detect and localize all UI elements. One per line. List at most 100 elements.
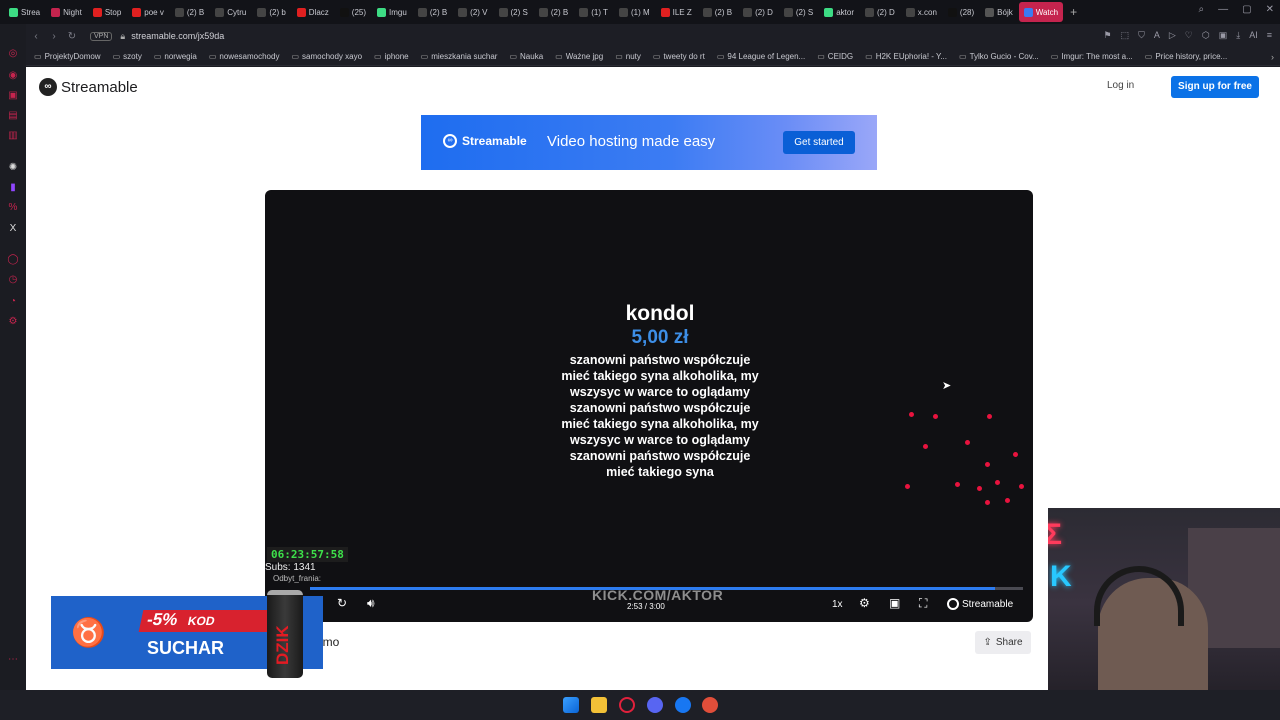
chatgpt-icon[interactable]: ✺ bbox=[7, 162, 19, 174]
url-field[interactable]: streamable.com/jx59da bbox=[131, 31, 224, 41]
browser-tab[interactable]: aktor bbox=[819, 2, 859, 22]
snapshot-icon[interactable]: ⬚ bbox=[1121, 30, 1130, 41]
search-icon[interactable]: ⌕ bbox=[1199, 4, 1205, 15]
twitch-icon[interactable]: ▮ bbox=[7, 182, 19, 194]
bookmark-item[interactable]: ▭ ProjektyDomow bbox=[34, 52, 101, 61]
bell-icon[interactable]: ◔ bbox=[7, 296, 19, 308]
minimize-icon[interactable]: — bbox=[1218, 4, 1228, 15]
fullscreen-icon[interactable]: ⛶ bbox=[919, 596, 927, 611]
download-icon[interactable]: ⤓ bbox=[1236, 30, 1240, 41]
browser-tab[interactable]: poe v bbox=[127, 2, 169, 22]
heart-icon[interactable]: ♡ bbox=[1185, 30, 1193, 41]
browser-tab[interactable]: (2) B bbox=[170, 2, 209, 22]
more-icon[interactable]: ⋯ bbox=[7, 654, 19, 666]
promo-banner[interactable]: ∞ Streamable Video hosting made easy Get… bbox=[421, 115, 877, 170]
back-icon[interactable]: ‹ bbox=[28, 31, 44, 42]
bookmark-item[interactable]: ▭ samochody xayo bbox=[291, 52, 362, 61]
bookmark-item[interactable]: ▭ H2K EUphoria! - Y... bbox=[865, 52, 947, 61]
signup-button[interactable]: Sign up for free bbox=[1171, 76, 1259, 98]
browser-tab[interactable]: (2) b bbox=[252, 2, 290, 22]
browser-tab[interactable]: Bójk bbox=[980, 2, 1018, 22]
browser-tab[interactable]: (2) B bbox=[698, 2, 737, 22]
browser-tab[interactable]: (2) D bbox=[860, 2, 900, 22]
bookmark-item[interactable]: ▭ Tylko Gucio - Cov... bbox=[959, 52, 1039, 61]
browser-tab[interactable]: Stop bbox=[88, 2, 126, 22]
browser-tab[interactable]: Dlacz bbox=[292, 2, 334, 22]
whatsapp-icon[interactable]: ◉ bbox=[7, 70, 19, 82]
browser-tab[interactable]: x.con bbox=[901, 2, 942, 22]
play-icon[interactable]: ▷ bbox=[1169, 30, 1176, 41]
windows-start-icon[interactable] bbox=[563, 697, 579, 713]
bookmark-item[interactable]: ▭ nowesamochody bbox=[209, 52, 280, 61]
browser-tab[interactable]: Watch bbox=[1018, 2, 1064, 22]
browser-tab[interactable]: (28) bbox=[943, 2, 979, 22]
bookmark-item[interactable]: ▭ mieszkania suchar bbox=[421, 52, 498, 61]
bookmark-item[interactable]: ▭ szoty bbox=[113, 52, 142, 61]
browser-tab[interactable]: Imgu bbox=[372, 2, 412, 22]
messenger-icon[interactable]: ◎ bbox=[7, 48, 19, 60]
history-icon[interactable]: ◷ bbox=[7, 274, 19, 286]
replay-icon[interactable]: ↻ bbox=[337, 596, 347, 610]
browser-tab[interactable]: (1) M bbox=[614, 2, 655, 22]
browser-tab[interactable]: (2) B bbox=[534, 2, 573, 22]
bookmark-item[interactable]: ▭ norwegia bbox=[154, 52, 197, 61]
new-tab-button[interactable]: + bbox=[1064, 5, 1083, 19]
browser-tab[interactable]: (2) V bbox=[453, 2, 492, 22]
bookmark-item[interactable]: ▭ Price history, price... bbox=[1145, 52, 1227, 61]
extensions-icon[interactable]: ⬡ bbox=[1202, 30, 1210, 41]
ai-icon[interactable]: AI bbox=[1249, 30, 1258, 41]
player-brand[interactable]: Streamable bbox=[947, 598, 1013, 610]
bookmark-item[interactable]: ▭ Imgur: The most a... bbox=[1051, 52, 1133, 61]
bookmark-item[interactable]: ▭ tweety do rt bbox=[653, 52, 705, 61]
opera-icon[interactable] bbox=[619, 697, 635, 713]
file-explorer-icon[interactable] bbox=[591, 697, 607, 713]
vpn-badge[interactable]: VPN bbox=[90, 31, 113, 41]
share-button[interactable]: ⇪ Share bbox=[975, 631, 1031, 654]
telegram-icon[interactable]: ▤ bbox=[7, 110, 19, 122]
browser-tab[interactable]: (2) B bbox=[413, 2, 452, 22]
wallet-icon[interactable]: ▣ bbox=[1219, 30, 1228, 41]
browser-tab[interactable]: (1) T bbox=[574, 2, 613, 22]
player-icon[interactable]: ◯ bbox=[7, 254, 19, 266]
site-logo[interactable]: ∞ Streamable bbox=[39, 78, 138, 96]
app-icon[interactable] bbox=[702, 697, 718, 713]
browser-tab[interactable]: ILE Z bbox=[656, 2, 697, 22]
volume-icon[interactable]: 🔊︎ bbox=[367, 596, 375, 611]
video-player[interactable]: kondol 5,00 zł szanowni państwo współczu… bbox=[265, 190, 1033, 622]
x-icon[interactable]: X bbox=[7, 223, 19, 235]
settings-icon[interactable]: ⚙ bbox=[7, 316, 19, 328]
settings-gear-icon[interactable]: ⚙ bbox=[859, 596, 870, 610]
bookmark-item[interactable]: ▭ Ważne jpg bbox=[555, 52, 603, 61]
maximize-icon[interactable]: ▢ bbox=[1242, 4, 1251, 15]
speed-button[interactable]: 1x bbox=[832, 599, 843, 610]
browser-tab[interactable]: (25) bbox=[335, 2, 371, 22]
login-link[interactable]: Log in bbox=[1107, 80, 1134, 91]
menu-icon[interactable]: ≡ bbox=[1267, 30, 1272, 41]
close-icon[interactable]: ✕ bbox=[1266, 4, 1274, 15]
lock-icon[interactable]: 🔒︎ bbox=[120, 31, 125, 42]
bookmark-item[interactable]: ▭ 94 League of Legen... bbox=[717, 52, 805, 61]
bookmark-item[interactable]: ▭ nuty bbox=[615, 52, 641, 61]
browser-tab[interactable]: (2) S bbox=[779, 2, 818, 22]
forward-icon[interactable]: › bbox=[46, 31, 62, 42]
vk-icon[interactable]: ▥ bbox=[7, 130, 19, 142]
reload-icon[interactable]: ↻ bbox=[64, 31, 80, 42]
shield-icon[interactable]: ⛉ bbox=[1138, 30, 1145, 41]
bookmark-item[interactable]: ▭ Nauka bbox=[509, 52, 543, 61]
chevron-right-icon[interactable]: › bbox=[1271, 52, 1274, 62]
discord-icon[interactable]: % bbox=[7, 202, 19, 214]
browser-tab[interactable]: Cytru bbox=[210, 2, 251, 22]
browser-tab[interactable]: Night bbox=[46, 2, 87, 22]
translate-icon[interactable]: A bbox=[1154, 30, 1160, 41]
browser-tab[interactable]: Strea bbox=[4, 2, 45, 22]
messenger-icon[interactable] bbox=[675, 697, 691, 713]
pip-icon[interactable]: ▣ bbox=[889, 596, 900, 610]
bookmark-item[interactable]: ▭ iphone bbox=[374, 52, 409, 61]
instagram-icon[interactable]: ▣ bbox=[7, 90, 19, 102]
get-started-button[interactable]: Get started bbox=[783, 131, 855, 154]
bookmark-item[interactable]: ▭ CEIDG bbox=[817, 52, 853, 61]
bookmark-icon[interactable]: ⚑ bbox=[1103, 30, 1111, 41]
browser-tab[interactable]: (2) D bbox=[738, 2, 778, 22]
discord-icon[interactable] bbox=[647, 697, 663, 713]
browser-tab[interactable]: (2) S bbox=[494, 2, 533, 22]
